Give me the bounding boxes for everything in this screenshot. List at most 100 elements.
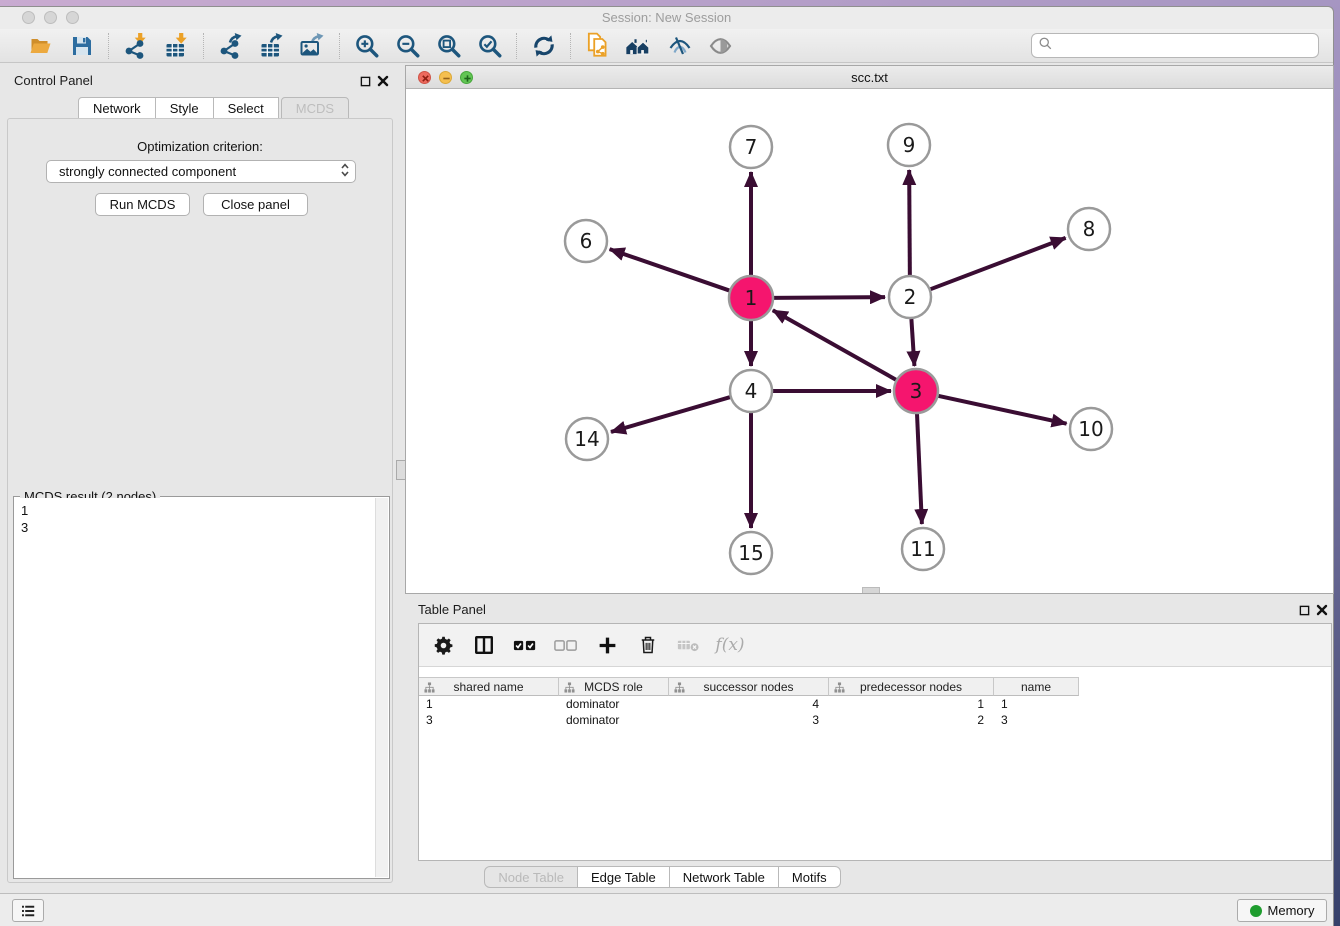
column-header-name[interactable]: name <box>994 677 1079 696</box>
node-table: shared name MCDS role successor nodesprede… <box>419 677 1331 728</box>
deselect-all-icon[interactable] <box>554 633 578 657</box>
node-label: 3 <box>910 379 923 403</box>
network-scroll-grip[interactable] <box>862 587 880 593</box>
node-4[interactable]: 4 <box>730 370 772 412</box>
table-cell: 4 <box>669 696 829 712</box>
memory-button[interactable]: Memory <box>1237 899 1327 922</box>
export-network-icon[interactable] <box>217 32 244 59</box>
home-icon[interactable] <box>625 32 652 59</box>
column-header-successor-nodes[interactable]: successor nodes <box>669 677 829 696</box>
hierarchy-icon <box>424 682 435 696</box>
node-10[interactable]: 10 <box>1070 408 1112 450</box>
export-table-icon[interactable] <box>258 32 285 59</box>
node-label: 8 <box>1083 217 1096 241</box>
float-control-panel-icon[interactable] <box>358 74 372 88</box>
run-mcds-button[interactable]: Run MCDS <box>95 193 190 216</box>
node-1[interactable]: 1 <box>729 276 773 320</box>
table-row[interactable]: 3dominator323 <box>419 712 1331 728</box>
column-label: shared name <box>453 680 523 694</box>
node-2[interactable]: 2 <box>889 276 931 318</box>
toolbar-group <box>204 32 339 59</box>
edge-2-8[interactable] <box>931 238 1066 289</box>
task-history-button[interactable] <box>12 899 44 922</box>
refresh-layout-icon[interactable] <box>530 32 557 59</box>
column-header-predecessor-nodes[interactable]: predecessor nodes <box>829 677 994 696</box>
mcds-result-text[interactable]: 13 <box>15 498 376 877</box>
node-14[interactable]: 14 <box>566 418 608 460</box>
node-15[interactable]: 15 <box>730 532 772 574</box>
tab-motifs[interactable]: Motifs <box>779 866 841 888</box>
table-panel: f(x) shared nameMCDS rolesuccessor nodes… <box>418 623 1332 861</box>
search-icon <box>1038 36 1053 56</box>
dropdown-value: strongly connected component <box>59 164 236 179</box>
network-title: scc.txt <box>406 66 1333 89</box>
network-window-titlebar: scc.txt <box>406 66 1333 89</box>
edge-3-11[interactable] <box>917 413 922 524</box>
float-table-panel-icon[interactable] <box>1297 603 1311 617</box>
zoom-in-icon[interactable] <box>353 32 380 59</box>
zoom-fit-icon[interactable] <box>435 32 462 59</box>
column-label: name <box>1021 680 1051 694</box>
tab-mcds[interactable]: MCDS <box>281 97 349 119</box>
settings-gear-icon[interactable] <box>431 633 455 657</box>
column-label: MCDS role <box>584 680 643 694</box>
node-8[interactable]: 8 <box>1068 208 1110 250</box>
open-file-icon[interactable] <box>27 32 54 59</box>
control-panel-title: Control Panel <box>14 73 93 88</box>
zoom-out-icon[interactable] <box>394 32 421 59</box>
table-row[interactable]: 1dominator411 <box>419 696 1331 712</box>
node-9[interactable]: 9 <box>888 124 930 166</box>
select-all-icon[interactable] <box>513 633 537 657</box>
close-control-panel-icon[interactable] <box>376 74 390 88</box>
close-panel-button[interactable]: Close panel <box>203 193 308 216</box>
table-cell: dominator <box>559 712 669 728</box>
table-panel-tabs: Node TableEdge TableNetwork TableMotifs <box>0 866 1325 888</box>
node-label: 14 <box>574 427 599 451</box>
export-image-icon[interactable] <box>299 32 326 59</box>
import-table-icon[interactable] <box>163 32 190 59</box>
node-11[interactable]: 11 <box>902 528 944 570</box>
search-box[interactable] <box>1031 33 1319 58</box>
import-network-icon[interactable] <box>122 32 149 59</box>
delete-row-icon[interactable] <box>636 633 660 657</box>
tab-style[interactable]: Style <box>156 97 214 119</box>
network-canvas[interactable]: 7 9 6 8 1 2 4 3 14 10 15 11 <box>407 89 1332 593</box>
optimization-criterion-dropdown[interactable]: strongly connected component <box>46 160 356 183</box>
node-label: 15 <box>738 541 763 565</box>
edge-3-10[interactable] <box>937 396 1066 424</box>
result-scrollbar[interactable] <box>375 498 388 877</box>
node-7[interactable]: 7 <box>730 126 772 168</box>
hierarchy-icon <box>674 682 685 696</box>
duplicate-network-icon[interactable] <box>584 32 611 59</box>
tab-network-table[interactable]: Network Table <box>670 866 779 888</box>
show-graphics-icon[interactable] <box>707 32 734 59</box>
network-graph: 7 9 6 8 1 2 4 3 14 10 15 11 <box>407 89 1332 593</box>
edge-1-2[interactable] <box>773 297 885 298</box>
column-layout-icon[interactable] <box>472 633 496 657</box>
tab-network[interactable]: Network <box>78 97 156 119</box>
edge-2-3[interactable] <box>911 319 914 366</box>
toolbar-group <box>517 32 570 59</box>
search-input[interactable] <box>1053 37 1318 54</box>
column-header-MCDS-role[interactable]: MCDS role <box>559 677 669 696</box>
tab-node-table[interactable]: Node Table <box>484 866 578 888</box>
hierarchy-icon <box>834 682 845 696</box>
node-6[interactable]: 6 <box>565 220 607 262</box>
add-row-icon[interactable] <box>595 633 619 657</box>
zoom-selected-icon[interactable] <box>476 32 503 59</box>
edge-2-9[interactable] <box>909 170 910 275</box>
edge-1-6[interactable] <box>610 249 731 291</box>
mcds-panel: Optimization criterion: strongly connect… <box>7 118 393 883</box>
column-header-shared-name[interactable]: shared name <box>419 677 559 696</box>
result-line: 1 <box>21 502 370 519</box>
tab-edge-table[interactable]: Edge Table <box>578 866 670 888</box>
edge-3-1[interactable] <box>773 310 897 380</box>
save-session-icon[interactable] <box>68 32 95 59</box>
edge-4-14[interactable] <box>611 397 730 432</box>
node-3[interactable]: 3 <box>894 369 938 413</box>
table-cell: 3 <box>669 712 829 728</box>
table-cell: dominator <box>559 696 669 712</box>
close-table-panel-icon[interactable] <box>1315 603 1329 617</box>
style-preview-icon[interactable] <box>666 32 693 59</box>
tab-select[interactable]: Select <box>214 97 279 119</box>
